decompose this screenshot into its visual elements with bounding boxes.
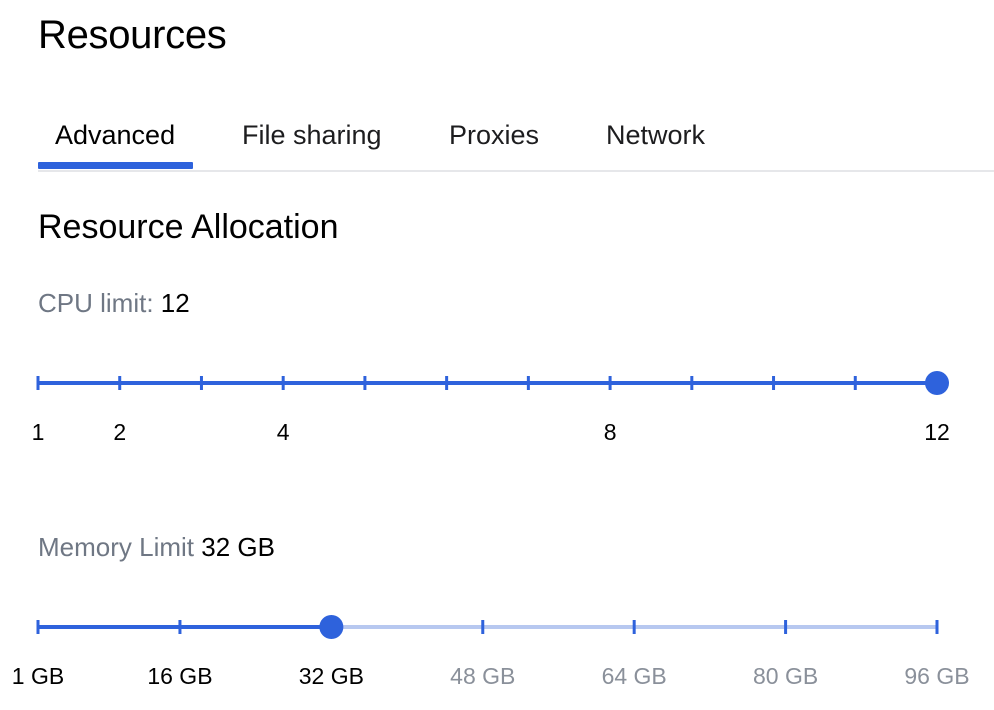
memory-slider-thumb[interactable] bbox=[319, 615, 344, 639]
memory-slider-tick-label: 32 GB bbox=[299, 663, 364, 689]
memory-slider-tick-label: 16 GB bbox=[147, 663, 212, 689]
memory-slider-tick-label: 80 GB bbox=[753, 663, 818, 689]
tab-network[interactable]: Network bbox=[606, 120, 705, 151]
cpu-limit-label: CPU limit: 12 bbox=[38, 288, 190, 319]
active-tab-indicator bbox=[38, 162, 193, 169]
tab-proxies[interactable]: Proxies bbox=[449, 120, 539, 151]
memory-slider[interactable]: 1 GB 16 GB 32 GB 48 GB 64 GB 80 GB 96 GB bbox=[0, 604, 994, 704]
cpu-slider-tick-label: 4 bbox=[277, 419, 290, 445]
section-title: Resource Allocation bbox=[38, 208, 339, 246]
cpu-slider[interactable]: 1 2 4 8 12 bbox=[0, 360, 994, 460]
tab-divider bbox=[38, 170, 994, 172]
cpu-slider-thumb[interactable] bbox=[925, 371, 949, 395]
memory-limit-name: Memory Limit bbox=[38, 532, 195, 562]
page-title: Resources bbox=[38, 13, 227, 57]
memory-slider-tick-label: 48 GB bbox=[450, 663, 515, 689]
cpu-limit-name: CPU limit: bbox=[38, 288, 154, 318]
cpu-slider-tick-label: 1 bbox=[32, 419, 45, 445]
memory-limit-label: Memory Limit 32 GB bbox=[38, 532, 275, 563]
memory-limit-value: 32 GB bbox=[201, 532, 275, 562]
cpu-slider-tick-label: 12 bbox=[924, 419, 950, 445]
cpu-limit-value: 12 bbox=[160, 288, 190, 318]
memory-slider-tick-label: 96 GB bbox=[904, 663, 969, 689]
tab-advanced[interactable]: Advanced bbox=[55, 120, 175, 151]
memory-slider-tick-label: 1 GB bbox=[12, 663, 64, 689]
memory-slider-tick-label: 64 GB bbox=[602, 663, 667, 689]
tab-bar: Advanced File sharing Proxies Network bbox=[0, 108, 994, 172]
cpu-slider-tick-label: 2 bbox=[113, 419, 126, 445]
tab-file-sharing[interactable]: File sharing bbox=[242, 120, 382, 151]
cpu-slider-tick-label: 8 bbox=[604, 419, 617, 445]
